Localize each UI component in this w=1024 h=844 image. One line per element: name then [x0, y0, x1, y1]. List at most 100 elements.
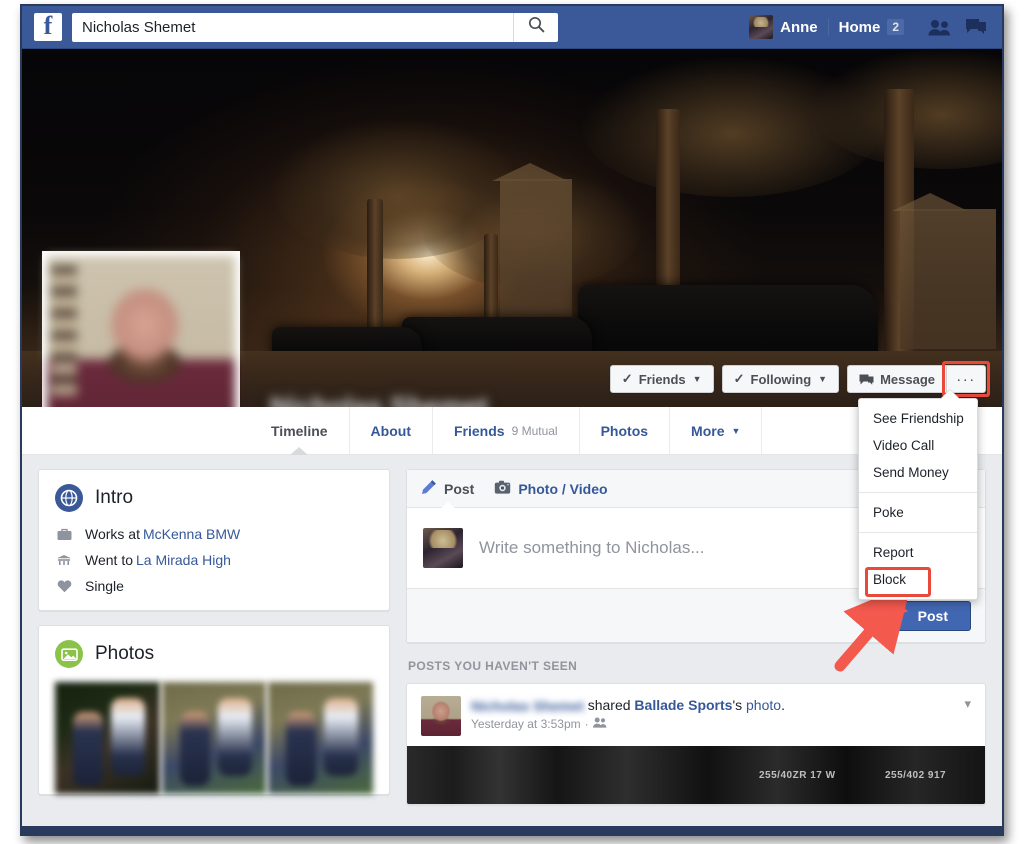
search-bar[interactable]: Nicholas Shemet [72, 12, 558, 42]
heart-icon [55, 579, 73, 593]
intro-education-link[interactable]: La Mirada High [136, 552, 231, 568]
top-nav-right-group: Anne Home 2 [739, 6, 994, 49]
composer-tab-post-label: Post [444, 480, 475, 497]
composer-tab-photo-video[interactable]: Photo / Video [494, 470, 608, 508]
profile-picture-image [47, 256, 235, 407]
photos-icon [55, 640, 83, 668]
intro-education-prefix: Went to [85, 552, 133, 568]
messages-icon[interactable] [964, 16, 988, 38]
photos-title: Photos [95, 643, 155, 664]
cover-name-overlay: Nicholas Shemet [270, 392, 488, 407]
post-target-page[interactable]: Ballade Sports [634, 697, 732, 713]
background-house [492, 163, 572, 339]
search-input[interactable]: Nicholas Shemet [72, 19, 513, 36]
tab-photos-label: Photos [600, 422, 649, 439]
composer-tab-photo-video-label: Photo / Video [518, 480, 608, 497]
post-options-chevron-down-icon[interactable]: ▾ [956, 696, 971, 736]
search-button[interactable] [514, 13, 558, 42]
feed-post: Nicholas Shemet shared Ballade Sports's … [406, 683, 986, 805]
cover-photo[interactable]: Nicholas Shemet ✓ Friends ▼ ✓ Following … [22, 49, 1002, 407]
nav-profile-link[interactable]: Anne [739, 12, 828, 42]
photo-thumbnail[interactable] [268, 682, 374, 794]
intro-card: Intro Works at McKenna BMW Went to La Mi… [38, 469, 390, 611]
intro-card-header: Intro [55, 484, 373, 512]
post-separator: · [584, 717, 589, 732]
menu-item-poke[interactable]: Poke [859, 499, 977, 526]
message-button-label: Message [880, 371, 935, 387]
following-button[interactable]: ✓ Following ▼ [721, 365, 840, 393]
post-story-line: Nicholas Shemet shared Ballade Sports's … [471, 696, 946, 715]
menu-item-video-call[interactable]: Video Call [859, 432, 977, 459]
tab-timeline[interactable]: Timeline [250, 407, 350, 454]
chevron-down-icon: ▼ [818, 374, 828, 384]
left-sidebar: Intro Works at McKenna BMW Went to La Mi… [38, 469, 390, 834]
intro-work-link[interactable]: McKenna BMW [143, 526, 240, 542]
browser-window: f Nicholas Shemet Anne Home 2 Nicholas S… [20, 4, 1004, 836]
intro-row-work: Works at McKenna BMW [55, 526, 373, 542]
post-target-suffix: 's [732, 697, 747, 713]
composer-tab-post[interactable]: Post [421, 470, 474, 508]
photos-card-header: Photos [55, 640, 373, 668]
avatar [423, 528, 463, 568]
window-bottom-edge [22, 826, 1002, 834]
post-action-text: shared [583, 697, 635, 713]
tab-friends-label: Friends [453, 422, 505, 439]
nav-home-label: Home [838, 18, 881, 36]
globe-icon [55, 484, 83, 512]
more-options-button[interactable]: ··· [946, 365, 986, 393]
facebook-logo-icon[interactable]: f [34, 13, 62, 41]
post-meta: Nicholas Shemet shared Ballade Sports's … [471, 696, 946, 736]
friend-requests-icon[interactable] [928, 16, 952, 38]
photos-card: Photos [38, 625, 390, 795]
menu-item-block[interactable]: Block [859, 566, 977, 593]
more-options-dropdown-menu: See Friendship Video Call Send Money Pok… [858, 398, 978, 600]
composer-input[interactable]: Write something to Nicholas... [479, 538, 705, 558]
tab-about[interactable]: About [350, 407, 433, 454]
photos-thumbnail-grid [55, 682, 374, 794]
check-icon: ✓ [621, 371, 633, 386]
photo-thumbnail[interactable] [161, 682, 267, 794]
chevron-down-icon: ▼ [692, 374, 702, 384]
friends-audience-icon[interactable] [592, 717, 607, 731]
friends-button[interactable]: ✓ Friends ▼ [609, 365, 714, 393]
menu-item-see-friendship[interactable]: See Friendship [859, 405, 977, 432]
friends-button-label: Friends [638, 371, 686, 387]
tab-about-label: About [370, 422, 411, 439]
avatar[interactable] [421, 696, 461, 736]
check-icon: ✓ [733, 371, 745, 386]
post-photo[interactable]: 255/40ZR 17 W 255/402 917 [407, 746, 985, 804]
parked-car [578, 285, 878, 361]
tab-photos[interactable]: Photos [580, 407, 671, 454]
menu-item-send-money[interactable]: Send Money [859, 459, 977, 486]
post-object-suffix: . [781, 697, 785, 713]
nav-home-link[interactable]: Home 2 [829, 12, 914, 42]
post-timestamp-row: Yesterday at 3:53pm · [471, 717, 946, 731]
following-button-label: Following [750, 371, 812, 387]
profile-picture[interactable] [42, 251, 240, 407]
photo-thumbnail[interactable] [55, 682, 160, 794]
annotation-arrow-icon [828, 583, 918, 681]
message-button[interactable]: Message [847, 365, 946, 393]
tab-more[interactable]: More ▼ [670, 407, 763, 454]
school-icon [55, 554, 73, 566]
chevron-down-icon: ▼ [731, 425, 741, 436]
nav-user-name: Anne [780, 18, 818, 36]
search-icon [528, 16, 545, 38]
tab-friends-mutual-count: 9 Mutual [511, 423, 558, 438]
avatar [749, 15, 774, 39]
menu-separator [859, 532, 977, 533]
intro-relationship-status: Single [85, 578, 124, 594]
tab-friends[interactable]: Friends 9 Mutual [433, 407, 580, 454]
post-author-name[interactable]: Nicholas Shemet [471, 697, 584, 715]
background-house [892, 193, 996, 349]
home-badge: 2 [887, 19, 904, 35]
messenger-icon [859, 371, 874, 386]
camera-icon [494, 480, 511, 498]
intro-row-education: Went to La Mirada High [55, 552, 373, 568]
menu-separator [859, 492, 977, 493]
post-timestamp[interactable]: Yesterday at 3:53pm [471, 717, 581, 731]
pencil-icon [421, 479, 437, 498]
menu-item-report[interactable]: Report [859, 539, 977, 566]
post-object-link[interactable]: photo [746, 697, 781, 713]
nav-icon-group [914, 16, 988, 38]
